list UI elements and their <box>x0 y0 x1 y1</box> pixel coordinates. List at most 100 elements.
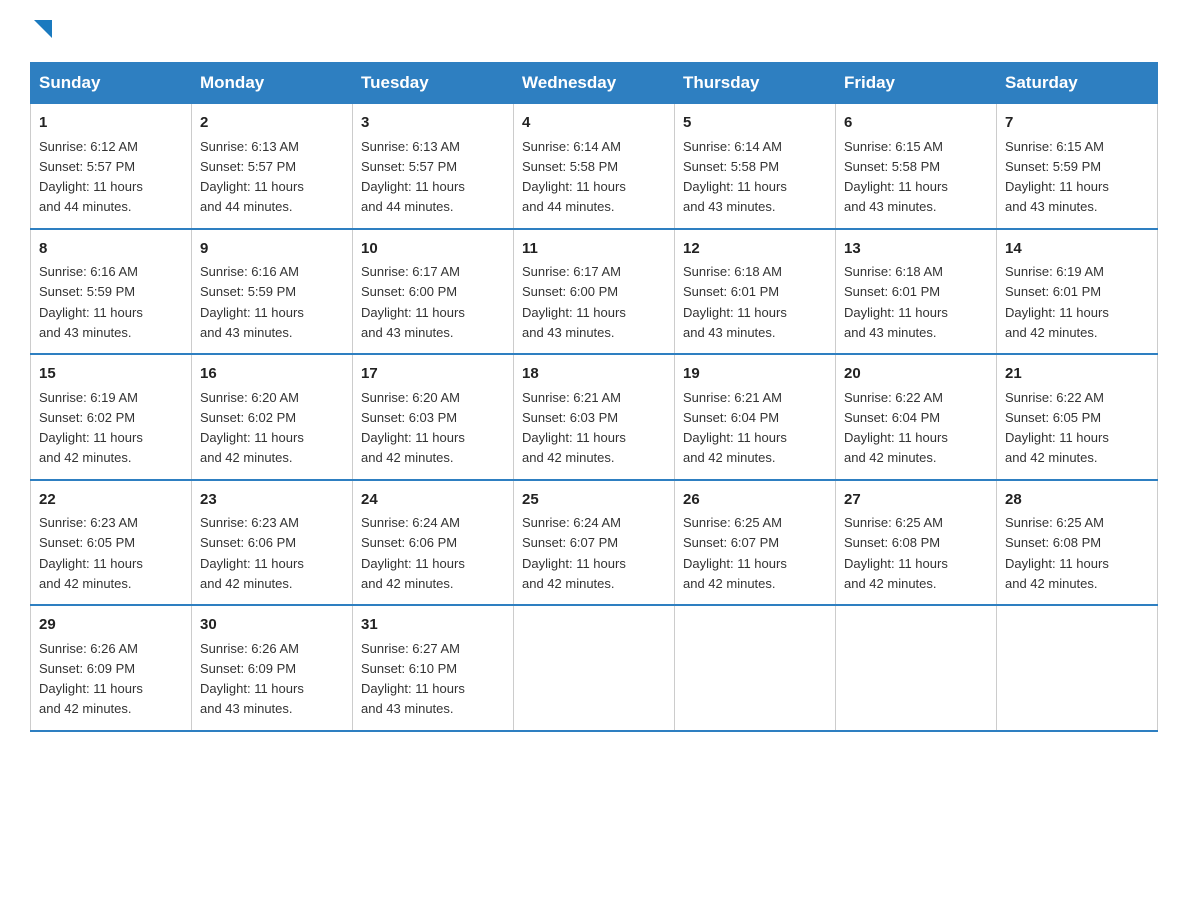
day-number: 28 <box>1005 489 1149 512</box>
calendar-cell: 10 Sunrise: 6:17 AMSunset: 6:00 PMDayligh… <box>353 229 514 355</box>
calendar-cell: 12 Sunrise: 6:18 AMSunset: 6:01 PMDayligh… <box>675 229 836 355</box>
day-info: Sunrise: 6:24 AMSunset: 6:07 PMDaylight:… <box>522 515 626 591</box>
calendar-cell: 19 Sunrise: 6:21 AMSunset: 6:04 PMDayligh… <box>675 354 836 480</box>
day-number: 15 <box>39 363 183 386</box>
calendar-cell: 16 Sunrise: 6:20 AMSunset: 6:02 PMDayligh… <box>192 354 353 480</box>
calendar-cell: 21Sunrise: 6:22 AMSunset: 6:05 PMDayligh… <box>997 354 1158 480</box>
day-number: 22 <box>39 489 183 512</box>
day-info: Sunrise: 6:16 AMSunset: 5:59 PMDaylight:… <box>200 264 304 340</box>
day-info: Sunrise: 6:21 AMSunset: 6:03 PMDaylight:… <box>522 390 626 466</box>
day-info: Sunrise: 6:13 AMSunset: 5:57 PMDaylight:… <box>361 139 465 215</box>
calendar-cell: 31Sunrise: 6:27 AMSunset: 6:10 PMDayligh… <box>353 605 514 731</box>
calendar-cell: 20 Sunrise: 6:22 AMSunset: 6:04 PMDayligh… <box>836 354 997 480</box>
day-info: Sunrise: 6:17 AMSunset: 6:00 PMDaylight:… <box>522 264 626 340</box>
day-info: Sunrise: 6:23 AMSunset: 6:05 PMDaylight:… <box>39 515 143 591</box>
day-number: 14 <box>1005 238 1149 261</box>
calendar-cell: 27 Sunrise: 6:25 AMSunset: 6:08 PMDayligh… <box>836 480 997 606</box>
week-row-2: 8 Sunrise: 6:16 AMSunset: 5:59 PMDaylight… <box>31 229 1158 355</box>
day-number: 1 <box>39 112 183 135</box>
calendar-cell: 29 Sunrise: 6:26 AMSunset: 6:09 PMDayligh… <box>31 605 192 731</box>
day-info: Sunrise: 6:19 AMSunset: 6:02 PMDaylight:… <box>39 390 143 466</box>
day-number: 16 <box>200 363 344 386</box>
day-info: Sunrise: 6:17 AMSunset: 6:00 PMDaylight:… <box>361 264 465 340</box>
day-number: 19 <box>683 363 827 386</box>
day-info: Sunrise: 6:13 AMSunset: 5:57 PMDaylight:… <box>200 139 304 215</box>
day-info: Sunrise: 6:19 AMSunset: 6:01 PMDaylight:… <box>1005 264 1109 340</box>
day-number: 11 <box>522 238 666 261</box>
day-info: Sunrise: 6:14 AMSunset: 5:58 PMDaylight:… <box>522 139 626 215</box>
day-info: Sunrise: 6:22 AMSunset: 6:04 PMDaylight:… <box>844 390 948 466</box>
weekday-header-monday: Monday <box>192 63 353 104</box>
logo-arrow-icon <box>30 20 52 42</box>
week-row-4: 22 Sunrise: 6:23 AMSunset: 6:05 PMDayligh… <box>31 480 1158 606</box>
day-number: 31 <box>361 614 505 637</box>
calendar-cell: 14 Sunrise: 6:19 AMSunset: 6:01 PMDayligh… <box>997 229 1158 355</box>
day-number: 7 <box>1005 112 1149 135</box>
calendar-cell: 30 Sunrise: 6:26 AMSunset: 6:09 PMDayligh… <box>192 605 353 731</box>
calendar-cell: 2 Sunrise: 6:13 AMSunset: 5:57 PMDaylight… <box>192 104 353 229</box>
week-row-3: 15 Sunrise: 6:19 AMSunset: 6:02 PMDayligh… <box>31 354 1158 480</box>
calendar-cell <box>675 605 836 731</box>
day-info: Sunrise: 6:26 AMSunset: 6:09 PMDaylight:… <box>39 641 143 717</box>
calendar-cell: 22 Sunrise: 6:23 AMSunset: 6:05 PMDayligh… <box>31 480 192 606</box>
calendar-cell: 15 Sunrise: 6:19 AMSunset: 6:02 PMDayligh… <box>31 354 192 480</box>
day-info: Sunrise: 6:24 AMSunset: 6:06 PMDaylight:… <box>361 515 465 591</box>
day-info: Sunrise: 6:23 AMSunset: 6:06 PMDaylight:… <box>200 515 304 591</box>
calendar-cell: 26Sunrise: 6:25 AMSunset: 6:07 PMDayligh… <box>675 480 836 606</box>
day-number: 2 <box>200 112 344 135</box>
day-number: 18 <box>522 363 666 386</box>
calendar-cell: 13Sunrise: 6:18 AMSunset: 6:01 PMDayligh… <box>836 229 997 355</box>
day-info: Sunrise: 6:25 AMSunset: 6:08 PMDaylight:… <box>844 515 948 591</box>
calendar-cell: 1 Sunrise: 6:12 AMSunset: 5:57 PMDaylight… <box>31 104 192 229</box>
day-number: 23 <box>200 489 344 512</box>
calendar-table: SundayMondayTuesdayWednesdayThursdayFrid… <box>30 62 1158 732</box>
calendar-cell: 9 Sunrise: 6:16 AMSunset: 5:59 PMDaylight… <box>192 229 353 355</box>
logo <box>30 20 52 42</box>
calendar-cell: 7 Sunrise: 6:15 AMSunset: 5:59 PMDaylight… <box>997 104 1158 229</box>
day-number: 20 <box>844 363 988 386</box>
day-number: 21 <box>1005 363 1149 386</box>
calendar-cell: 4Sunrise: 6:14 AMSunset: 5:58 PMDaylight… <box>514 104 675 229</box>
day-info: Sunrise: 6:14 AMSunset: 5:58 PMDaylight:… <box>683 139 787 215</box>
calendar-cell: 24 Sunrise: 6:24 AMSunset: 6:06 PMDayligh… <box>353 480 514 606</box>
calendar-cell: 8 Sunrise: 6:16 AMSunset: 5:59 PMDaylight… <box>31 229 192 355</box>
weekday-header-row: SundayMondayTuesdayWednesdayThursdayFrid… <box>31 63 1158 104</box>
week-row-1: 1 Sunrise: 6:12 AMSunset: 5:57 PMDaylight… <box>31 104 1158 229</box>
weekday-header-thursday: Thursday <box>675 63 836 104</box>
day-info: Sunrise: 6:16 AMSunset: 5:59 PMDaylight:… <box>39 264 143 340</box>
day-number: 27 <box>844 489 988 512</box>
day-number: 29 <box>39 614 183 637</box>
calendar-cell: 28 Sunrise: 6:25 AMSunset: 6:08 PMDayligh… <box>997 480 1158 606</box>
day-number: 30 <box>200 614 344 637</box>
day-number: 6 <box>844 112 988 135</box>
day-info: Sunrise: 6:20 AMSunset: 6:03 PMDaylight:… <box>361 390 465 466</box>
day-number: 9 <box>200 238 344 261</box>
day-info: Sunrise: 6:25 AMSunset: 6:07 PMDaylight:… <box>683 515 787 591</box>
day-number: 13 <box>844 238 988 261</box>
calendar-cell <box>997 605 1158 731</box>
day-number: 24 <box>361 489 505 512</box>
week-row-5: 29 Sunrise: 6:26 AMSunset: 6:09 PMDayligh… <box>31 605 1158 731</box>
day-info: Sunrise: 6:15 AMSunset: 5:59 PMDaylight:… <box>1005 139 1109 215</box>
calendar-cell <box>514 605 675 731</box>
day-number: 3 <box>361 112 505 135</box>
weekday-header-tuesday: Tuesday <box>353 63 514 104</box>
day-info: Sunrise: 6:26 AMSunset: 6:09 PMDaylight:… <box>200 641 304 717</box>
calendar-cell: 25 Sunrise: 6:24 AMSunset: 6:07 PMDayligh… <box>514 480 675 606</box>
calendar-cell: 5Sunrise: 6:14 AMSunset: 5:58 PMDaylight… <box>675 104 836 229</box>
calendar-cell <box>836 605 997 731</box>
day-info: Sunrise: 6:20 AMSunset: 6:02 PMDaylight:… <box>200 390 304 466</box>
day-info: Sunrise: 6:21 AMSunset: 6:04 PMDaylight:… <box>683 390 787 466</box>
day-info: Sunrise: 6:18 AMSunset: 6:01 PMDaylight:… <box>683 264 787 340</box>
day-number: 8 <box>39 238 183 261</box>
weekday-header-friday: Friday <box>836 63 997 104</box>
calendar-cell: 6Sunrise: 6:15 AMSunset: 5:58 PMDaylight… <box>836 104 997 229</box>
calendar-cell: 11 Sunrise: 6:17 AMSunset: 6:00 PMDayligh… <box>514 229 675 355</box>
weekday-header-saturday: Saturday <box>997 63 1158 104</box>
day-info: Sunrise: 6:12 AMSunset: 5:57 PMDaylight:… <box>39 139 143 215</box>
day-number: 10 <box>361 238 505 261</box>
day-info: Sunrise: 6:25 AMSunset: 6:08 PMDaylight:… <box>1005 515 1109 591</box>
day-number: 12 <box>683 238 827 261</box>
day-number: 25 <box>522 489 666 512</box>
weekday-header-wednesday: Wednesday <box>514 63 675 104</box>
